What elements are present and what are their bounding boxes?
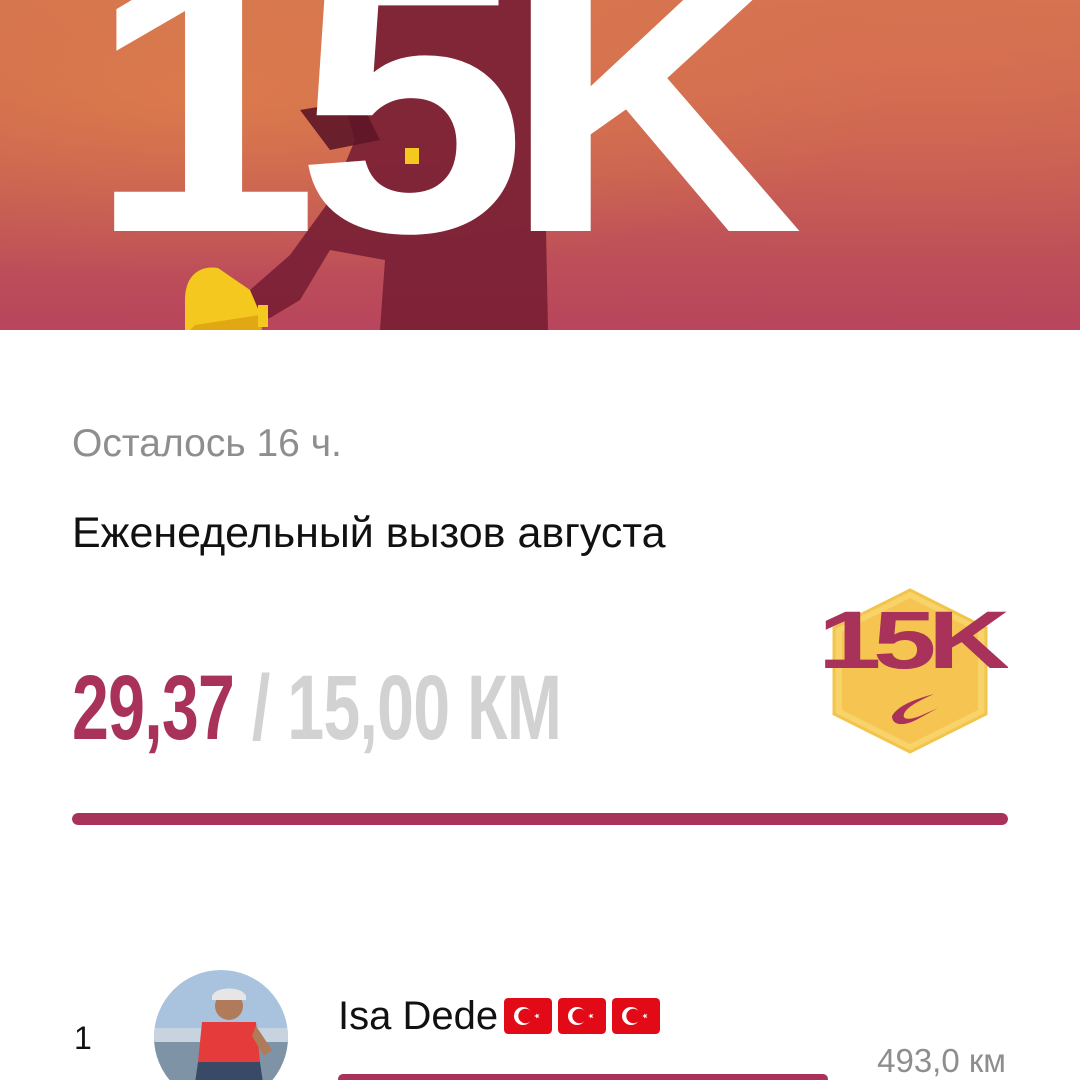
challenge-badge: 15K — [818, 588, 1008, 754]
progress-readout: 29,37 / 15,00 КМ — [72, 662, 562, 754]
turkey-flag-icon — [558, 998, 607, 1034]
avatar[interactable] — [154, 970, 288, 1080]
turkey-flag-icon — [504, 998, 553, 1034]
hero-title: 15K — [88, 0, 803, 313]
leaderboard-name-row: Isa Dede — [338, 994, 661, 1038]
challenge-detail-screen: 15K Осталось 16 ч. Еженедельный вызов ав… — [0, 0, 1080, 1080]
challenge-progress-bar — [72, 813, 1008, 825]
progress-separator: / — [251, 657, 270, 759]
challenge-progress-fill — [72, 813, 1008, 825]
progress-unit: КМ — [467, 657, 562, 759]
badge-label: 15K — [818, 595, 1008, 686]
avatar-photo — [154, 970, 288, 1080]
leaderboard-name: Isa Dede — [338, 994, 499, 1038]
leaderboard-progress-bar — [338, 1074, 828, 1080]
time-remaining: Осталось 16 ч. — [72, 422, 342, 465]
leaderboard-distance: 493,0 км — [877, 1042, 1006, 1079]
turkey-flag-icon — [612, 998, 661, 1034]
leaderboard-rank: 1 — [74, 1020, 92, 1056]
challenge-title: Еженедельный вызов августа — [72, 509, 666, 557]
progress-goal: 15,00 — [287, 657, 450, 759]
leaderboard-progress-fill — [338, 1074, 828, 1080]
hero-banner: 15K — [0, 0, 1080, 330]
progress-current: 29,37 — [72, 657, 235, 759]
